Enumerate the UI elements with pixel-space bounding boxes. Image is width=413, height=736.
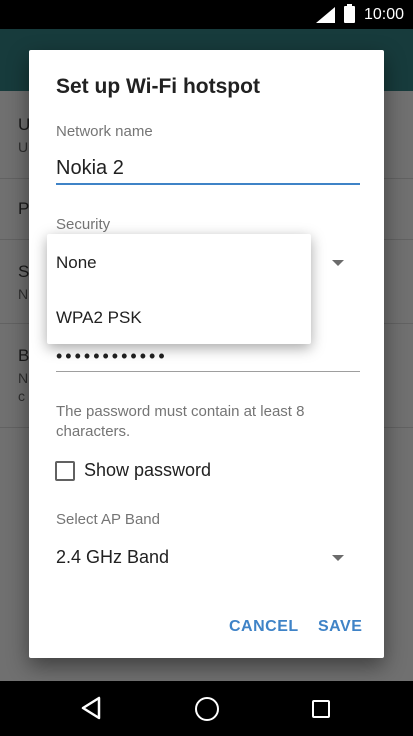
save-button[interactable]: SAVE bbox=[318, 618, 362, 636]
wifi-hotspot-dialog: Set up Wi-Fi hotspot Network name Nokia … bbox=[29, 50, 384, 658]
ap-band-label: Select AP Band bbox=[56, 511, 160, 528]
navigation-bar bbox=[0, 681, 413, 736]
security-dropdown-menu: None WPA2 PSK bbox=[47, 234, 311, 344]
password-field[interactable]: •••••••••••• bbox=[56, 346, 168, 367]
signal-icon bbox=[316, 7, 335, 23]
dialog-title: Set up Wi-Fi hotspot bbox=[56, 75, 260, 98]
security-option-none[interactable]: None bbox=[56, 253, 97, 273]
background-row-subtitle: N bbox=[18, 370, 29, 386]
background-row-title: B bbox=[18, 346, 30, 365]
show-password-label[interactable]: Show password bbox=[84, 460, 211, 481]
network-name-label: Network name bbox=[56, 123, 153, 140]
status-time: 10:00 bbox=[364, 6, 405, 23]
cancel-button[interactable]: CANCEL bbox=[229, 618, 299, 636]
security-dropdown-icon[interactable] bbox=[332, 260, 344, 266]
password-underline bbox=[56, 371, 360, 372]
network-name-input[interactable]: Nokia 2 bbox=[56, 157, 124, 180]
background-row-subtitle: c bbox=[18, 388, 25, 404]
home-icon[interactable] bbox=[195, 697, 219, 721]
ap-band-dropdown-icon[interactable] bbox=[332, 555, 344, 561]
status-bar: 10:00 bbox=[0, 0, 413, 29]
network-name-underline bbox=[56, 183, 360, 185]
security-option-wpa2-psk[interactable]: WPA2 PSK bbox=[56, 308, 142, 328]
ap-band-select[interactable]: 2.4 GHz Band bbox=[56, 547, 169, 568]
recents-icon[interactable] bbox=[312, 700, 330, 718]
background-row-title: P bbox=[18, 199, 30, 218]
background-row-subtitle: U bbox=[18, 139, 29, 155]
background-row-subtitle: N bbox=[18, 286, 29, 302]
back-icon[interactable] bbox=[80, 696, 102, 720]
password-hint: The password must contain at least 8 cha… bbox=[56, 403, 305, 440]
show-password-checkbox[interactable] bbox=[55, 461, 75, 481]
security-label: Security bbox=[56, 216, 111, 233]
background-row-title: S bbox=[18, 262, 30, 281]
battery-icon bbox=[344, 4, 355, 23]
